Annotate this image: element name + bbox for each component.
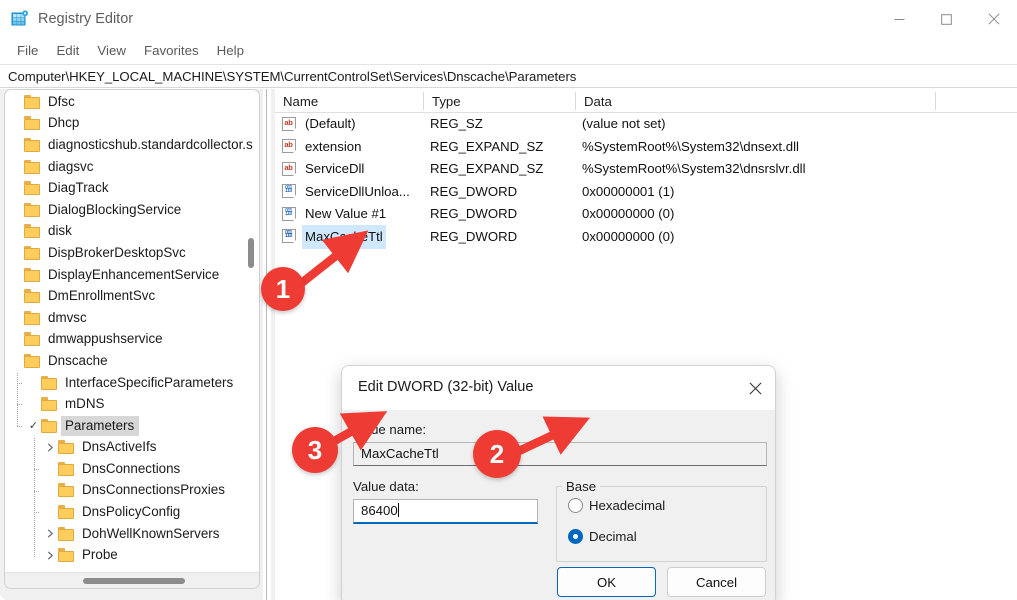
address-path: Computer\HKEY_LOCAL_MACHINE\SYSTEM\Curre… <box>0 69 576 84</box>
menu-item-help[interactable]: Help <box>208 41 253 60</box>
title-bar: Registry Editor <box>0 0 1017 38</box>
menu-bar: File Edit View Favorites Help <box>0 38 1017 63</box>
annotation-marker-1: 1 <box>261 267 305 311</box>
minimize-icon[interactable] <box>876 0 923 38</box>
main-content: DfscDhcpdiagnosticshub.standardcollector… <box>0 89 1017 600</box>
close-icon[interactable] <box>970 0 1017 38</box>
registry-editor-window: Registry Editor File Edit View Favorites… <box>0 0 1017 600</box>
registry-editor-icon <box>10 9 30 29</box>
menu-item-edit[interactable]: Edit <box>47 41 88 60</box>
maximize-icon[interactable] <box>923 0 970 38</box>
menu-item-view[interactable]: View <box>88 41 135 60</box>
menu-item-favorites[interactable]: Favorites <box>135 41 208 60</box>
window-title: Registry Editor <box>38 9 133 29</box>
menu-item-file[interactable]: File <box>8 41 47 60</box>
annotation-arrow-3 <box>0 89 1017 600</box>
window-controls <box>876 0 1017 38</box>
annotation-marker-2: 2 <box>473 430 521 478</box>
address-bar[interactable]: Computer\HKEY_LOCAL_MACHINE\SYSTEM\Curre… <box>0 64 1017 88</box>
annotation-marker-3: 3 <box>292 427 338 473</box>
